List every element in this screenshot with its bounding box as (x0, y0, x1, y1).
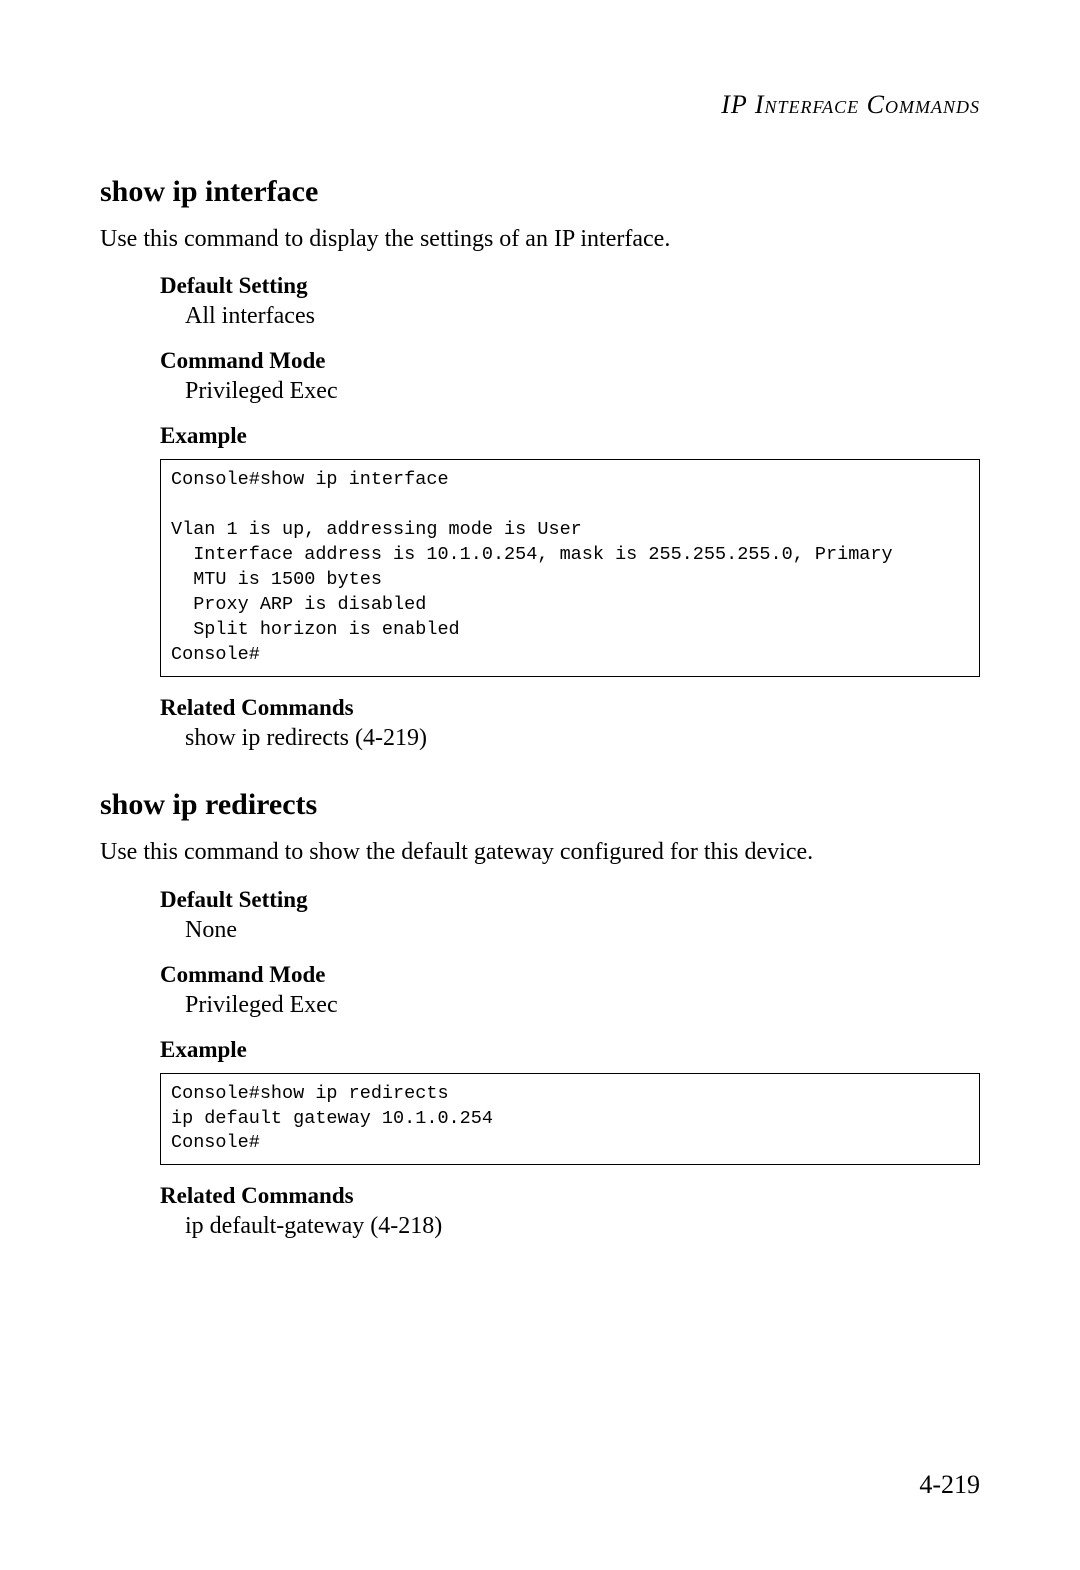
example-code-block: Console#show ip interface Vlan 1 is up, … (160, 459, 980, 677)
command-mode-label: Command Mode (160, 962, 980, 988)
page-number: 4-219 (919, 1470, 980, 1500)
related-commands-label: Related Commands (160, 695, 980, 721)
related-commands-value: ip default-gateway (4-218) (185, 1213, 980, 1240)
command-mode-value: Privileged Exec (185, 378, 980, 405)
command-mode-label: Command Mode (160, 348, 980, 374)
section-heading-show-ip-redirects: show ip redirects (100, 788, 980, 822)
default-setting-value: None (185, 917, 980, 944)
page-container: IP Interface Commands show ip interface … (0, 0, 1080, 1570)
example-label: Example (160, 1037, 980, 1063)
default-setting-label: Default Setting (160, 273, 980, 299)
section-heading-show-ip-interface: show ip interface (100, 175, 980, 209)
section-description: Use this command to display the settings… (100, 223, 980, 255)
running-header: IP Interface Commands (100, 90, 980, 120)
example-code-block: Console#show ip redirects ip default gat… (160, 1073, 980, 1166)
section-description: Use this command to show the default gat… (100, 836, 980, 868)
related-commands-label: Related Commands (160, 1183, 980, 1209)
related-commands-value: show ip redirects (4-219) (185, 725, 980, 752)
default-setting-value: All interfaces (185, 303, 980, 330)
example-label: Example (160, 423, 980, 449)
default-setting-label: Default Setting (160, 887, 980, 913)
command-mode-value: Privileged Exec (185, 992, 980, 1019)
